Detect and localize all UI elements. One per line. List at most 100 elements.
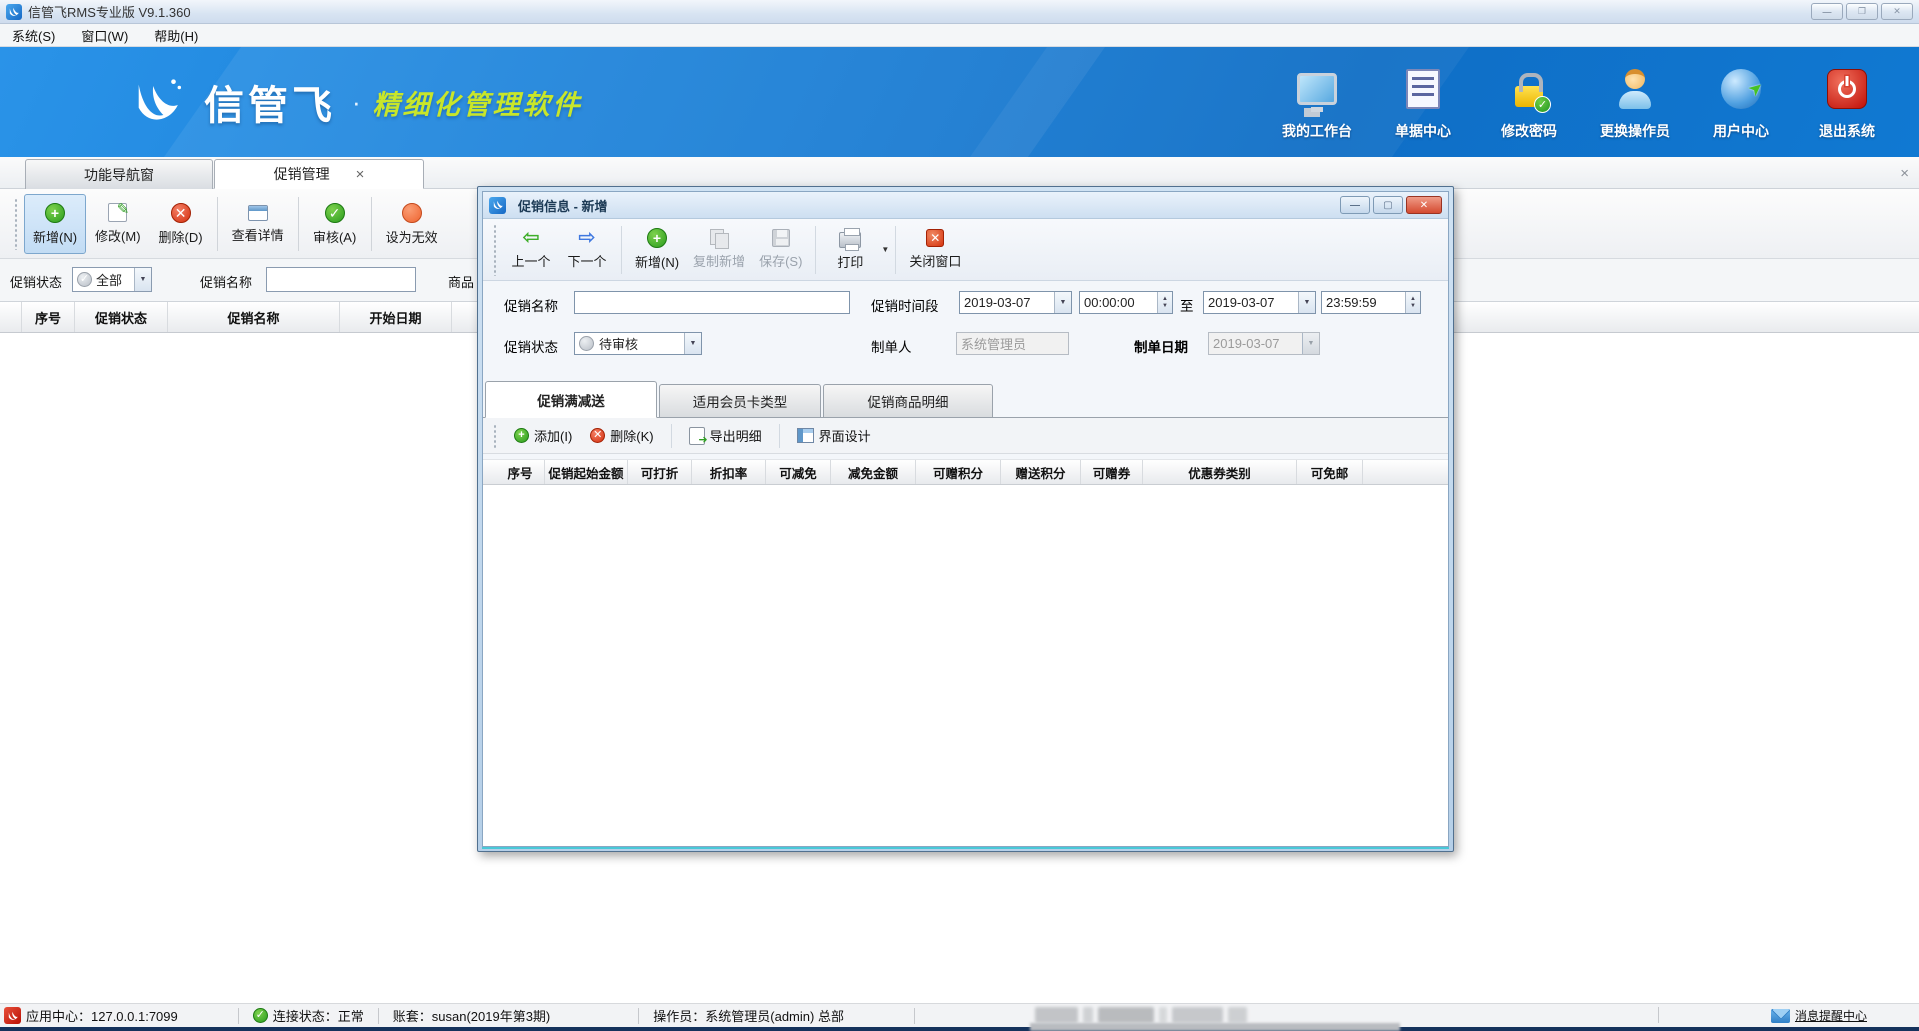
promo-period-label: 促销时间段 [871,295,939,315]
view-detail-button[interactable]: 查看详情 [223,194,293,254]
audit-button[interactable]: ✓ 审核(A) [304,194,366,254]
app-center-logo-icon [4,1007,21,1024]
status-separator [638,1008,639,1024]
user-center-button[interactable]: 用户中心 [1695,63,1787,141]
end-time-spinner[interactable]: 23:59:59 ▲▼ [1321,291,1421,314]
document-tabstrip: 功能导航窗 促销管理 × × [0,157,1919,189]
spinner-up-down-icon[interactable]: ▲▼ [1405,292,1420,313]
col-seq[interactable]: 序号 [496,460,545,484]
modify-button[interactable]: 修改(M) [86,194,150,254]
brand-separator: · [352,87,361,118]
export-detail-button[interactable]: 导出明细 [682,423,769,448]
col-can-discount[interactable]: 可打折 [628,460,692,484]
make-date-field-disabled: 2019-03-07 ▼ [1208,332,1320,355]
detail-add-button[interactable]: + 添加(I) [507,423,579,448]
next-record-button[interactable]: ⇨ 下一个 [559,223,615,277]
dialog-minimize-button[interactable]: — [1340,196,1370,214]
col-name[interactable]: 促销名称 [168,302,340,332]
col-status[interactable]: 促销状态 [75,302,168,332]
close-button[interactable]: ✕ [1881,3,1913,20]
col-give-points[interactable]: 赠送积分 [1001,460,1081,484]
save-floppy-icon [772,229,790,247]
status-separator [378,1008,379,1024]
start-time-spinner[interactable]: 00:00:00 ▲▼ [1079,291,1173,314]
switch-operator-button[interactable]: 更换操作员 [1589,63,1681,141]
tabstrip-close-icon[interactable]: × [1900,165,1909,182]
dialog-app-icon [489,197,506,214]
print-button[interactable]: 打印 [822,223,878,277]
spinner-up-down-icon[interactable]: ▲▼ [1157,292,1172,313]
printer-icon [839,232,861,248]
arrow-right-icon: ⇨ [578,229,596,247]
copy-add-button[interactable]: 复制新增 [686,223,752,277]
menu-system[interactable]: 系统(S) [12,26,55,45]
restore-button[interactable]: ❐ [1846,3,1878,20]
tab-member-card-types[interactable]: 适用会员卡类型 [659,384,821,418]
menu-help[interactable]: 帮助(H) [154,26,198,45]
document-center-button[interactable]: 单据中心 [1377,63,1469,141]
menubar: 系统(S) 窗口(W) 帮助(H) [0,24,1919,47]
col-free-shipping[interactable]: 可免邮 [1297,460,1363,484]
tab-promo-product-detail[interactable]: 促销商品明细 [823,384,993,418]
col-coupon-type[interactable]: 优惠券类别 [1143,460,1297,484]
dialog-window-controls: — ▢ ✕ [1340,196,1442,214]
dialog-title: 促销信息 - 新增 [518,196,608,215]
message-center-link[interactable]: 消息提醒中心 [1771,1007,1867,1024]
col-can-give-points[interactable]: 可赠积分 [916,460,1001,484]
promo-status-filter-dropdown[interactable]: ✓ 全部 ▼ [72,267,152,292]
minimize-button[interactable]: — [1811,3,1843,20]
menu-window[interactable]: 窗口(W) [81,26,128,45]
app-logo-icon [6,4,22,20]
start-date-picker[interactable]: 2019-03-07 ▼ [959,291,1072,314]
tab-full-reduction[interactable]: 促销满减送 [485,381,657,418]
maker-field-disabled: 系统管理员 [956,332,1069,355]
dialog-toolbar: ⇦ 上一个 ⇨ 下一个 + 新增(N) 复制新增 保存 [483,219,1448,281]
toolbar-separator [779,424,780,448]
previous-record-button[interactable]: ⇦ 上一个 [503,223,559,277]
dialog-maximize-button[interactable]: ▢ [1373,196,1403,214]
my-workbench-button[interactable]: 我的工作台 [1271,63,1363,141]
save-button[interactable]: 保存(S) [752,223,809,277]
redacted-strip [1030,1023,1400,1031]
add-button[interactable]: + 新增(N) [24,194,86,254]
dialog-close-button[interactable]: ✕ [1406,196,1442,214]
toolbar-grip [493,424,497,448]
col-reduce-amount[interactable]: 减免金额 [831,460,916,484]
chevron-down-icon[interactable]: ▼ [1054,292,1071,313]
close-window-x-icon: ✕ [926,229,944,247]
chevron-down-icon[interactable]: ▼ [134,268,151,291]
switch-operator-person-icon [1615,63,1655,115]
ui-design-button[interactable]: 界面设计 [790,423,878,448]
copy-icon [710,229,728,247]
col-start-amount[interactable]: 促销起始金额 [545,460,628,484]
dialog-titlebar[interactable]: 促销信息 - 新增 — ▢ ✕ [483,192,1448,219]
chevron-down-icon[interactable]: ▼ [1298,292,1315,313]
tab-close-icon[interactable]: × [356,166,365,183]
tab-function-navigator[interactable]: 功能导航窗 [25,159,213,189]
dialog-form: 促销名称 促销时间段 2019-03-07 ▼ 00:00:00 ▲▼ 至 20… [483,281,1448,381]
toolbar-separator [621,226,622,274]
delete-button[interactable]: ✕ 删除(D) [150,194,212,254]
col-seq[interactable]: 序号 [22,302,75,332]
operator-status: 操作员：系统管理员(admin) 总部 [653,1006,844,1025]
set-invalid-button[interactable]: 设为无效 [377,194,447,254]
titlebar: 信管飞RMS专业版 V9.1.360 — ❐ ✕ [0,0,1919,24]
detail-delete-button[interactable]: ✕ 删除(K) [583,423,660,448]
connection-ok-icon: ✓ [253,1008,268,1023]
print-dropdown-chevron-icon[interactable]: ▼ [881,245,889,254]
exit-system-button[interactable]: 退出系统 [1801,63,1893,141]
change-password-button[interactable]: ✓ 修改密码 [1483,63,1575,141]
dialog-add-button[interactable]: + 新增(N) [628,223,686,277]
col-discount-rate[interactable]: 折扣率 [692,460,766,484]
col-can-give-coupon[interactable]: 可赠券 [1081,460,1143,484]
end-date-picker[interactable]: 2019-03-07 ▼ [1203,291,1316,314]
chevron-down-icon[interactable]: ▼ [684,333,701,354]
close-window-button[interactable]: ✕ 关闭窗口 [902,223,968,277]
col-can-reduce[interactable]: 可减免 [766,460,831,484]
tab-promotion-management[interactable]: 促销管理 × [214,159,424,189]
promo-status-dropdown[interactable]: 待审核 ▼ [574,332,702,355]
promo-name-input[interactable] [574,291,850,314]
col-start-date[interactable]: 开始日期 [340,302,452,332]
promo-name-filter-input[interactable] [266,267,416,292]
detail-table-body [483,485,1448,846]
